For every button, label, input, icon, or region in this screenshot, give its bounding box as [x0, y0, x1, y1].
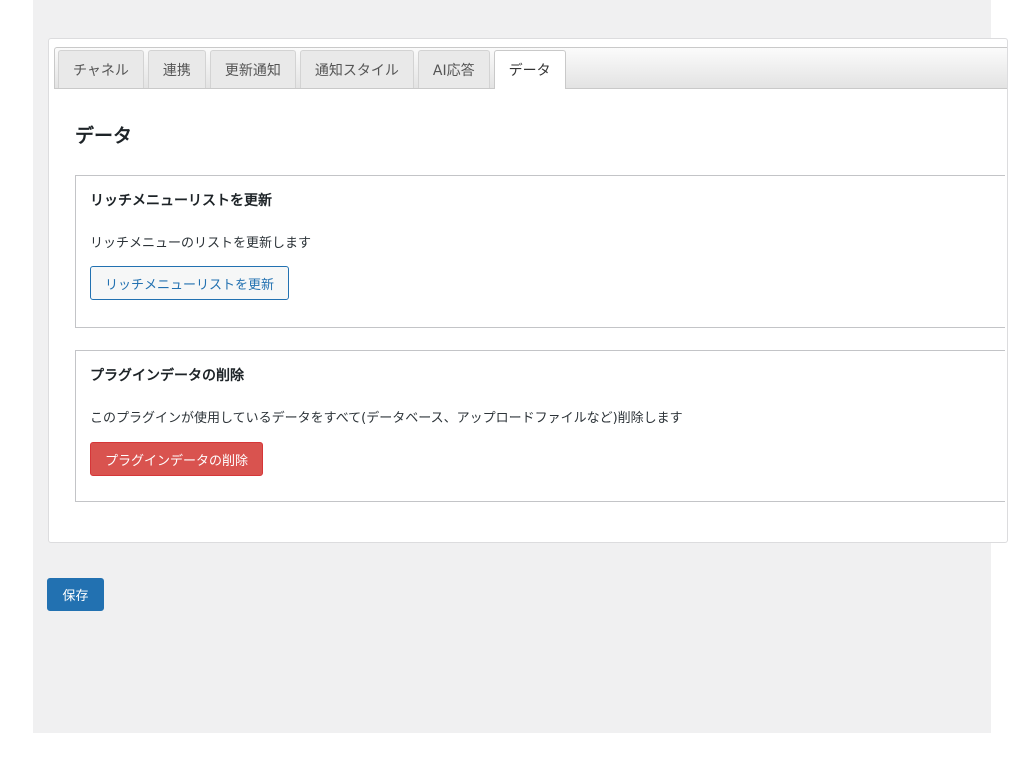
refresh-rich-menu-button[interactable]: リッチメニューリストを更新 [90, 266, 290, 300]
tab-notification-style[interactable]: 通知スタイル [299, 50, 414, 88]
page-title: データ [75, 125, 133, 147]
save-button[interactable]: 保存 [47, 578, 104, 611]
delete-plugin-data-section: プラグインデータの削除 このプラグインが使用しているデータをすべて(データベース… [75, 350, 1005, 502]
tab-ai-response[interactable]: AI応答 [417, 50, 490, 88]
section-title: リッチメニューリストを更新 [90, 193, 272, 209]
section-description: リッチメニューのリストを更新します [90, 236, 312, 251]
rich-menu-refresh-section: リッチメニューリストを更新 リッチメニューのリストを更新します リッチメニューリ… [75, 175, 1005, 328]
tab-integration[interactable]: 連携 [147, 50, 206, 88]
tab-update-notification[interactable]: 更新通知 [209, 50, 296, 88]
tab-bar: チャネル 連携 更新通知 通知スタイル AI応答 データ [54, 47, 1007, 89]
tab-channel[interactable]: チャネル [58, 50, 144, 88]
tab-data[interactable]: データ [493, 50, 566, 89]
section-description: このプラグインが使用しているデータをすべて(データベース、アップロードファイルな… [90, 411, 683, 426]
settings-panel: チャネル 連携 更新通知 通知スタイル AI応答 データ データ リッチメニュー… [48, 38, 1008, 543]
section-title: プラグインデータの削除 [90, 368, 244, 384]
delete-plugin-data-button[interactable]: プラグインデータの削除 [90, 442, 264, 476]
